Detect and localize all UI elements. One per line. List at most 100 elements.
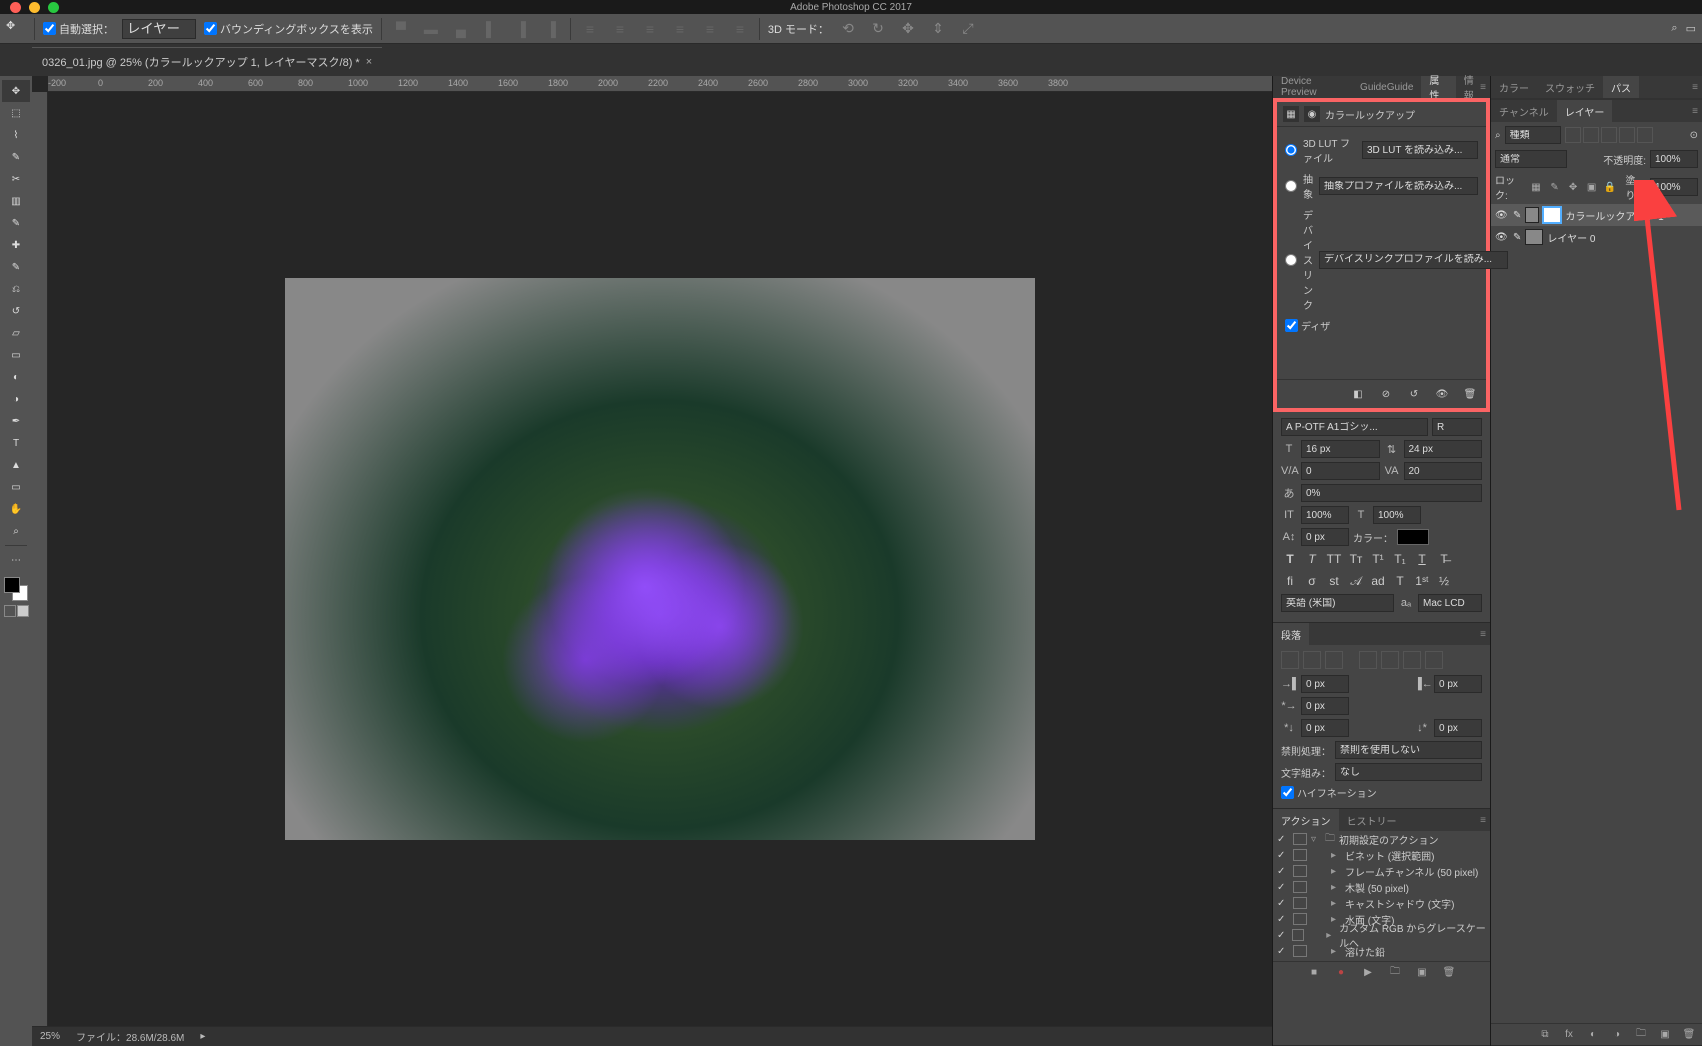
filter-pixel-icon[interactable] [1565,127,1581,143]
canvas-viewport[interactable] [48,92,1272,1026]
delete-adjustment-icon[interactable]: 🗑 [1460,384,1480,404]
view-previous-icon[interactable]: ⊘ [1376,384,1396,404]
move-tool[interactable]: ✥ [2,80,30,102]
lock-pixels-icon[interactable]: ▦ [1529,179,1544,195]
tab-color[interactable]: カラー [1491,76,1537,98]
ordinals-icon[interactable]: ad [1369,572,1387,590]
gradient-tool[interactable]: ▭ [2,344,30,366]
foreground-color[interactable] [4,577,20,593]
tsume-input[interactable]: 0% [1301,484,1482,502]
swash-icon[interactable]: 𝒜 [1347,572,1365,590]
superscript-icon[interactable]: T¹ [1369,550,1387,568]
half-icon[interactable]: ½ [1435,572,1453,590]
fractions-icon[interactable]: T [1391,572,1409,590]
reset-icon[interactable]: ↺ [1404,384,1424,404]
ruler-vertical[interactable] [32,92,48,1026]
3d-pan-icon[interactable]: ✥ [897,18,919,40]
3dlut-file-select[interactable]: 3D LUT を読み込み... [1362,141,1478,159]
3d-slide-icon[interactable]: ⇕ [927,18,949,40]
layer-mask-thumb[interactable] [1543,207,1561,223]
action-item[interactable]: ✓▸キャストシャドウ (文字) [1273,895,1490,911]
mojikumi-select[interactable]: なし [1335,763,1482,781]
eyedropper-tool[interactable]: ✎ [2,212,30,234]
link-layers-icon[interactable]: ⧉ [1536,1026,1554,1044]
faux-bold-icon[interactable]: T [1281,550,1299,568]
delete-layer-icon[interactable]: 🗑 [1680,1026,1698,1044]
layer-thumb[interactable] [1525,207,1539,223]
align-left-text-icon[interactable] [1281,651,1299,669]
action-item[interactable]: ✓▸フレームチャンネル (50 pixel) [1273,863,1490,879]
vert-scale-input[interactable] [1301,506,1349,524]
visibility-icon[interactable]: 👁 [1495,210,1509,221]
minimize-window-button[interactable] [29,2,40,13]
tab-properties[interactable]: 属性 [1421,76,1455,98]
panel-menu-icon[interactable]: ≡ [1480,815,1486,826]
font-size-input[interactable]: 16 px [1301,440,1380,458]
space-after-input[interactable] [1434,719,1482,737]
tab-paragraph[interactable]: 段落 [1273,623,1309,645]
dodge-tool[interactable]: ◑ [2,388,30,410]
tab-device-preview[interactable]: Device Preview [1273,76,1352,98]
tab-history[interactable]: ヒストリー [1339,809,1405,831]
document-tab[interactable]: 0326_01.jpg @ 25% (カラールックアップ 1, レイヤーマスク/… [32,47,382,76]
eraser-tool[interactable]: ▱ [2,322,30,344]
new-action-icon[interactable]: ▣ [1413,964,1431,982]
space-before-input[interactable] [1301,719,1349,737]
marquee-tool[interactable]: ⬚ [2,102,30,124]
action-item[interactable]: ✓▸ビネット (選択範囲) [1273,847,1490,863]
color-swatches[interactable] [4,577,28,601]
tab-channels[interactable]: チャンネル [1491,100,1557,122]
screen-mode-icon[interactable]: ▭ [1686,22,1696,35]
filter-shape-icon[interactable] [1619,127,1635,143]
tab-actions[interactable]: アクション [1273,809,1339,831]
hyphenation-checkbox[interactable]: ハイフネーション [1281,785,1377,800]
ruler-horizontal[interactable]: -200020040060080010001200140016001800200… [48,76,1272,92]
slice-tool[interactable]: ▥ [2,190,30,212]
dither-checkbox[interactable]: ディザ [1285,318,1330,333]
filter-smart-icon[interactable] [1637,127,1653,143]
zoom-tool[interactable]: ⌕ [2,520,30,542]
filter-search-icon[interactable]: ⌕ [1495,130,1501,141]
layer-style-icon[interactable]: fx [1560,1026,1578,1044]
opacity-input[interactable]: 100% [1650,150,1698,168]
antialias-select[interactable]: Mac LCD [1418,594,1482,612]
blur-tool[interactable]: ◐ [2,366,30,388]
panel-menu-icon[interactable]: ≡ [1480,629,1486,640]
action-item[interactable]: ✓▸カスタム RGB からグレースケールへ [1273,927,1490,943]
justify-left-icon[interactable] [1359,651,1377,669]
action-set[interactable]: ✓▿🗀初期設定のアクション [1273,831,1490,847]
maximize-window-button[interactable] [48,2,59,13]
font-style-select[interactable]: R [1432,418,1482,436]
auto-select-checkbox[interactable]: 自動選択： [43,21,114,37]
type-tool[interactable]: T [2,432,30,454]
lock-artboard-icon[interactable]: ▣ [1584,179,1599,195]
justify-right-icon[interactable] [1403,651,1421,669]
radio-3dlut[interactable] [1285,144,1297,156]
faux-italic-icon[interactable]: T [1303,550,1321,568]
language-select[interactable]: 英語 (米国) [1281,594,1394,612]
pen-tool[interactable]: ✒ [2,410,30,432]
layer-thumb[interactable] [1525,229,1543,245]
layer-list[interactable]: 👁✎カラールックアップ 1👁✎レイヤー 0 [1491,204,1702,1023]
horz-scale-input[interactable] [1373,506,1421,524]
lock-paint-icon[interactable]: ✎ [1547,179,1562,195]
edit-toolbar[interactable]: ⋯ [2,549,30,571]
history-brush-tool[interactable]: ↺ [2,300,30,322]
record-action-icon[interactable]: ● [1332,964,1350,982]
tab-layers[interactable]: レイヤー [1557,100,1613,122]
shape-tool[interactable]: ▭ [2,476,30,498]
clip-to-layer-icon[interactable]: ◧ [1348,384,1368,404]
underline-icon[interactable]: T [1413,550,1431,568]
1st-icon[interactable]: 1ˢᵗ [1413,572,1431,590]
layer-name[interactable]: カラールックアップ 1 [1565,208,1663,223]
justify-all-icon[interactable] [1425,651,1443,669]
subscript-icon[interactable]: T₁ [1391,550,1409,568]
visibility-icon[interactable]: 👁 [1495,232,1509,243]
layer-item[interactable]: 👁✎カラールックアップ 1 [1491,204,1702,226]
mask-mode-icons[interactable] [4,605,29,617]
align-right-text-icon[interactable] [1325,651,1343,669]
text-color-swatch[interactable] [1397,529,1429,545]
close-tab-icon[interactable]: × [366,56,372,68]
panel-menu-icon[interactable]: ≡ [1692,82,1698,93]
stylistic-alternates-icon[interactable]: st [1325,572,1343,590]
